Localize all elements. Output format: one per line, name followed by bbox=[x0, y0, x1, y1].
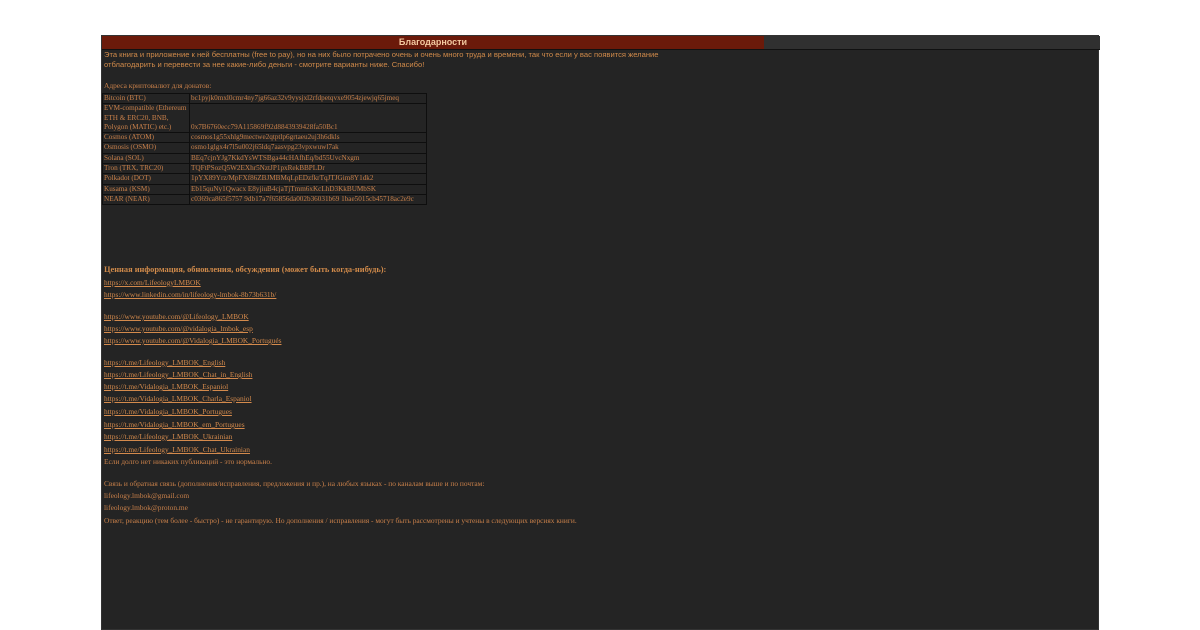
crypto-name-cell: Polkadot (DOT) bbox=[102, 173, 190, 185]
crypto-name-cell: EVM-compatible (Ethereum ETH & ERC20, BN… bbox=[102, 103, 190, 134]
info-heading: Ценная информация, обновления, обсуждени… bbox=[104, 265, 387, 274]
crypto-address-cell[interactable]: c0369ca865f5757 9db17a7f65856da002b36031… bbox=[189, 193, 427, 206]
link-telegram[interactable]: https://t.me/Lifeology_LMBOK_English bbox=[104, 358, 225, 368]
crypto-row: EVM-compatible (Ethereum ETH & ERC20, BN… bbox=[102, 103, 427, 134]
link-telegram[interactable]: https://t.me/Lifeology_LMBOK_Chat_Ukrain… bbox=[104, 445, 250, 455]
spreadsheet-sheet: Благодарности Эта книга и приложение к н… bbox=[101, 35, 1100, 630]
crypto-address-cell[interactable]: bc1pyjk0mxl0cmr4ny7jg66az32v9yysjxl2rfdp… bbox=[189, 92, 427, 105]
link-x[interactable]: https://x.com/LifeologyLMBOK bbox=[104, 278, 201, 288]
link-telegram[interactable]: https://t.me/Vidalogia_LMBOK_em_Portugue… bbox=[104, 420, 245, 430]
crypto-row: Kusama (KSM) Eb15quNy1Qwacx E8yjiuB4cjaTj… bbox=[102, 183, 427, 195]
crypto-name-cell: Bitcoin (BTC) bbox=[102, 92, 190, 105]
crypto-row: Osmosis (OSMO) osmo1glgx4r7l5u002j65ldq7a… bbox=[102, 142, 427, 154]
no-publications-note: Если долго нет никаких публикаций - это … bbox=[104, 457, 272, 466]
intro-line-2: отблагодарить и перевести за нее какие-л… bbox=[104, 60, 425, 69]
crypto-row: NEAR (NEAR) c0369ca865f5757 9db17a7f65856… bbox=[102, 193, 427, 206]
crypto-row: Cosmos (ATOM) cosmos1g55xhlg9mectwe2qtptl… bbox=[102, 132, 427, 144]
crypto-row: Solana (SOL) BEq7cjnYJg7KkdYsWTSBga44cHAf… bbox=[102, 152, 427, 165]
crypto-row: Polkadot (DOT) 1pYX89Yrz/MpFXf86ZBJMBMqLp… bbox=[102, 173, 427, 185]
title-bar-blank-cells bbox=[764, 36, 1100, 50]
link-telegram[interactable]: https://t.me/Lifeology_LMBOK_Chat_in_Eng… bbox=[104, 370, 252, 380]
crypto-address-cell[interactable]: Eb15quNy1Qwacx E8yjiuB4cjaTjTmm6xKcLhD3K… bbox=[189, 183, 427, 195]
crypto-name-cell: Kusama (KSM) bbox=[102, 183, 190, 195]
link-telegram[interactable]: https://t.me/Vidalogia_LMBOK_Espaniol bbox=[104, 382, 228, 392]
crypto-row: Bitcoin (BTC) bc1pyjk0mxl0cmr4ny7jg66az32… bbox=[102, 92, 427, 105]
crypto-address-cell[interactable]: 0x7B6760ecc79A115869f92d8843939428fa50Bc… bbox=[189, 103, 427, 134]
crypto-address-table: Bitcoin (BTC) bc1pyjk0mxl0cmr4ny7jg66az32… bbox=[102, 92, 427, 206]
feedback-text: Связь и обратная связь (дополнения/испра… bbox=[104, 479, 485, 488]
page-title: Благодарности bbox=[102, 36, 764, 50]
link-youtube[interactable]: https://www.youtube.com/@vidalogia_lmbok… bbox=[104, 324, 253, 334]
crypto-address-cell[interactable]: osmo1glgx4r7l5u002j65ldq7aasvpg23vpxwuwl… bbox=[189, 142, 427, 154]
link-youtube[interactable]: https://www.youtube.com/@Lifeology_LMBOK bbox=[104, 312, 249, 322]
link-youtube[interactable]: https://www.youtube.com/@Vidalogia_LMBOK… bbox=[104, 336, 282, 346]
link-telegram[interactable]: https://t.me/Vidalogia_LMBOK_Charla_Espa… bbox=[104, 394, 252, 404]
crypto-name-cell: NEAR (NEAR) bbox=[102, 193, 190, 206]
crypto-address-cell[interactable]: cosmos1g55xhlg9mectwe2qtptlp6grtaeu2uj3h… bbox=[189, 132, 427, 144]
crypto-name-cell: Tron (TRX, TRC20) bbox=[102, 163, 190, 175]
crypto-name-cell: Cosmos (ATOM) bbox=[102, 132, 190, 144]
email-address: lifeology.lmbok@gmail.com bbox=[104, 491, 190, 500]
reply-note: Ответ, реакцию (тем более - быстро) - не… bbox=[104, 516, 577, 525]
link-linkedin[interactable]: https://www.linkedin.com/in/lifeology-lm… bbox=[104, 290, 276, 300]
link-telegram[interactable]: https://t.me/Lifeology_LMBOK_Ukrainian bbox=[104, 432, 232, 442]
link-telegram[interactable]: https://t.me/Vidalogia_LMBOK_Portugues bbox=[104, 407, 232, 417]
crypto-address-cell[interactable]: BEq7cjnYJg7KkdYsWTSBga44cHAfhEq/bd55UvcN… bbox=[189, 152, 427, 165]
crypto-row: Tron (TRX, TRC20) TQFtPSozQ5W2EXhr5NztJP1… bbox=[102, 163, 427, 175]
crypto-address-cell[interactable]: 1pYX89Yrz/MpFXf86ZBJMBMqLpEDzfkrTqJTJGim… bbox=[189, 173, 427, 185]
crypto-address-cell[interactable]: TQFtPSozQ5W2EXhr5NztJP1pxRekBBPLDr bbox=[189, 163, 427, 175]
crypto-name-cell: Osmosis (OSMO) bbox=[102, 142, 190, 154]
intro-line-1: Эта книга и приложение к ней бесплатны (… bbox=[104, 50, 659, 59]
crypto-name-cell: Solana (SOL) bbox=[102, 152, 190, 165]
email-address: lifeology.lmbok@proton.me bbox=[104, 503, 188, 512]
crypto-addresses-label: Адреса криптовалют для донатов: bbox=[104, 81, 212, 90]
